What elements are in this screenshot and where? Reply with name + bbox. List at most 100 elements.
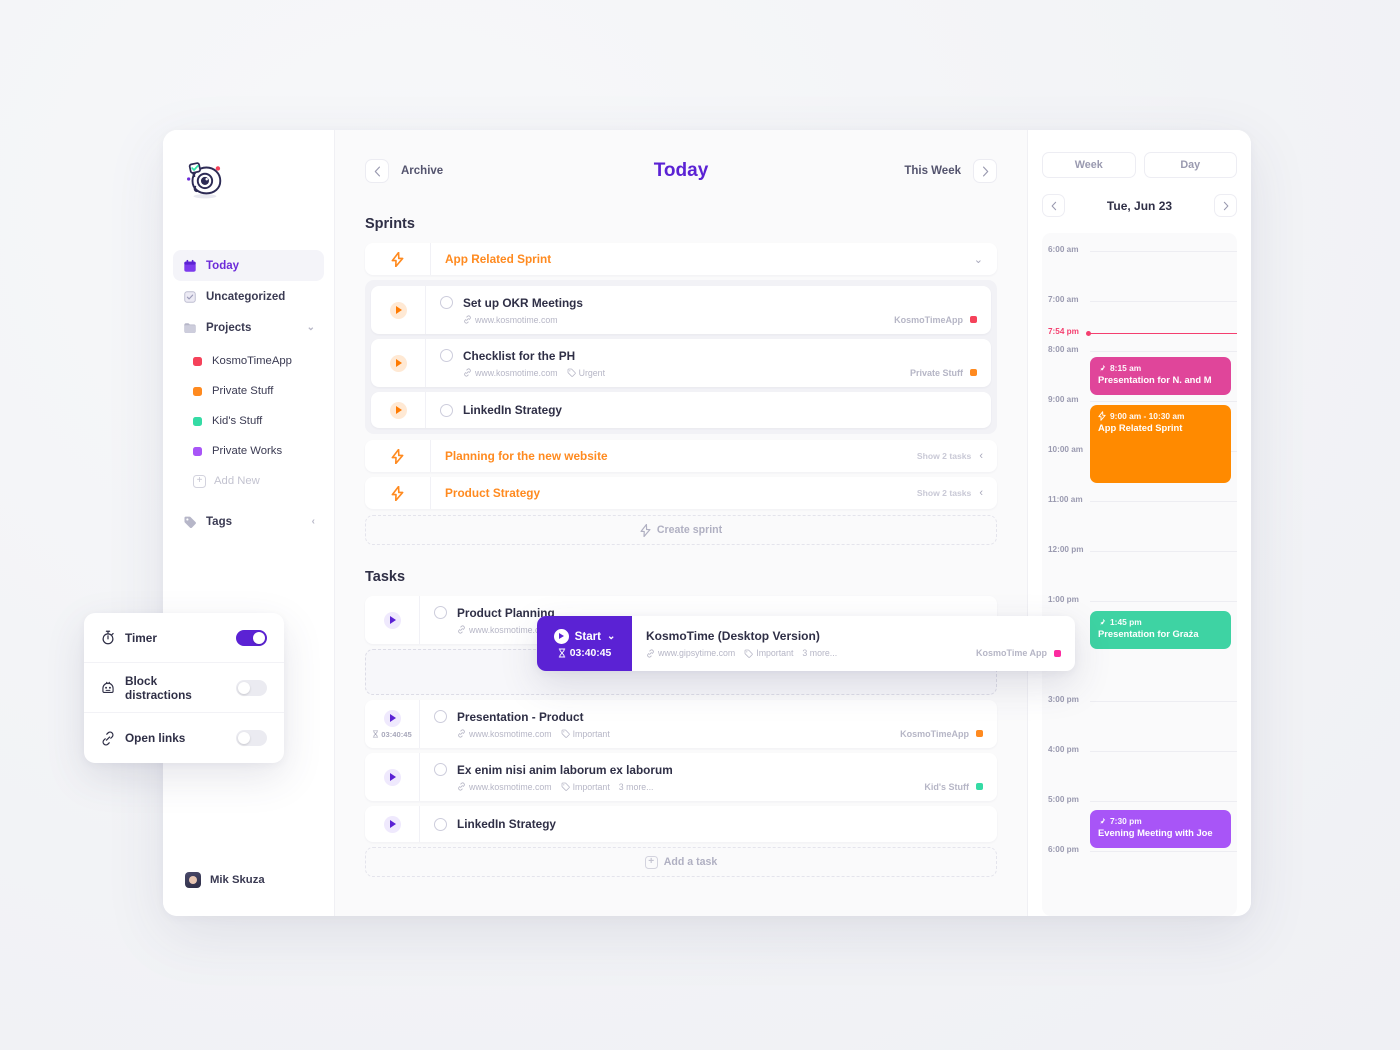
task-link-label: www.gipsytime.com — [658, 648, 736, 658]
table-row[interactable]: LinkedIn Strategy — [365, 806, 997, 842]
calendar-event[interactable]: 8:15 am Presentation for N. and M — [1090, 357, 1231, 395]
project-color-dot — [1054, 649, 1061, 657]
play-cell[interactable] — [365, 806, 420, 842]
play-icon[interactable] — [389, 401, 407, 419]
chevron-down-icon[interactable]: ⌄ — [974, 253, 983, 266]
sidebar-item-tags[interactable]: Tags ‹ — [173, 506, 324, 537]
calendar-prev-button[interactable] — [1042, 194, 1065, 217]
add-new-project-button[interactable]: + Add New — [173, 466, 324, 496]
archive-link[interactable]: Archive — [401, 165, 443, 177]
show-tasks-label: Show 2 tasks — [916, 488, 972, 498]
table-row[interactable]: Ex enim nisi anim laborum ex laborum www… — [365, 753, 997, 801]
task-link[interactable]: www.kosmotime.com — [463, 368, 558, 378]
task-checkbox[interactable] — [434, 710, 447, 723]
setting-row-open-links[interactable]: Open links — [84, 713, 284, 763]
sidebar-item-uncategorized[interactable]: Uncategorized — [173, 281, 324, 312]
event-title: Presentation for N. and M — [1098, 374, 1212, 385]
pin-icon — [1100, 618, 1106, 626]
create-sprint-button[interactable]: Create sprint — [365, 515, 997, 545]
play-cell[interactable] — [371, 286, 426, 334]
sprint-header-planning[interactable]: Planning for the new website Show 2 task… — [365, 440, 997, 472]
sidebar-project-private-works[interactable]: Private Works — [173, 436, 324, 466]
task-link[interactable]: www.kosmotime.com — [463, 315, 558, 325]
play-cell[interactable] — [365, 596, 420, 644]
sidebar-project-private-stuff[interactable]: Private Stuff — [173, 376, 324, 406]
hour-label: 10:00 am — [1048, 445, 1084, 454]
hour-line — [1090, 601, 1237, 602]
task-checkbox[interactable] — [440, 296, 453, 309]
chevron-left-icon — [374, 166, 380, 176]
hour-line — [1090, 551, 1237, 552]
app-window: Today Uncategorized Projects ⌄ KosmoTime… — [163, 130, 1251, 916]
sidebar-item-projects[interactable]: Projects ⌄ — [173, 312, 324, 343]
sidebar-item-today[interactable]: Today — [173, 250, 324, 281]
play-icon[interactable] — [383, 768, 401, 786]
sprint-header-product-strategy[interactable]: Product Strategy Show 2 tasks ‹ — [365, 477, 997, 509]
setting-row-block-distractions[interactable]: Block distractions — [84, 663, 284, 713]
hour-label: 6:00 am — [1048, 245, 1079, 254]
task-link[interactable]: www.kosmotime.com — [457, 729, 552, 739]
sidebar-project-kosmotimeapp[interactable]: KosmoTimeApp — [173, 346, 324, 376]
this-week-link[interactable]: This Week — [904, 165, 961, 177]
block-distractions-toggle[interactable] — [236, 679, 267, 696]
project-color-dot — [193, 416, 202, 426]
task-checkbox[interactable] — [440, 403, 453, 417]
start-timer-button[interactable]: Start ⌄ 03:40:45 — [537, 616, 632, 671]
table-row[interactable]: Set up OKR Meetings www.kosmotime.com Ko… — [371, 286, 991, 334]
task-link[interactable]: www.gipsytime.com — [646, 648, 735, 658]
calendar-event[interactable]: 1:45 pm Presentation for Graża — [1090, 611, 1231, 649]
task-checkbox[interactable] — [434, 606, 447, 619]
calendar-grid[interactable]: 6:00 am 7:00 am 8:00 am 9:00 am 10:00 am… — [1042, 233, 1237, 916]
user-profile[interactable]: Mik Skuza — [163, 872, 334, 916]
task-tag[interactable]: Important — [561, 782, 610, 792]
play-cell[interactable] — [365, 753, 420, 801]
task-link-label: www.kosmotime.com — [469, 728, 552, 739]
hour-line — [1090, 351, 1237, 352]
calendar-event[interactable]: 9:00 am - 10:30 am App Related Sprint — [1090, 405, 1231, 483]
play-cell[interactable] — [371, 392, 426, 428]
tag-icon — [182, 514, 197, 529]
table-row[interactable]: 03:40:45 Presentation - Product www.kosm… — [365, 700, 997, 748]
calendar-view-day[interactable]: Day — [1143, 152, 1237, 178]
task-tag[interactable]: Urgent — [567, 368, 605, 378]
start-row[interactable]: Start ⌄ — [553, 628, 615, 644]
task-checkbox[interactable] — [434, 817, 447, 831]
play-cell[interactable]: 03:40:45 — [365, 700, 420, 748]
add-task-button[interactable]: + Add a task — [365, 847, 997, 877]
calendar-next-button[interactable] — [1214, 194, 1237, 217]
task-checkbox[interactable] — [440, 349, 453, 362]
chevron-left-icon[interactable]: ‹ — [979, 450, 983, 462]
chevron-down-icon[interactable]: ⌄ — [607, 631, 615, 642]
table-row[interactable]: LinkedIn Strategy — [371, 392, 991, 428]
back-button[interactable] — [365, 159, 389, 183]
task-more-label[interactable]: 3 more... — [802, 648, 837, 658]
play-icon[interactable] — [383, 815, 401, 833]
logo-container[interactable] — [163, 148, 334, 222]
open-links-toggle[interactable] — [236, 730, 267, 746]
timer-toggle[interactable] — [236, 629, 267, 646]
chevron-down-icon[interactable]: ⌄ — [307, 322, 315, 333]
task-tag[interactable]: Important — [744, 648, 793, 658]
play-icon[interactable] — [383, 611, 401, 629]
play-cell[interactable] — [371, 339, 426, 387]
forward-button[interactable] — [973, 159, 997, 183]
setting-row-timer[interactable]: Timer — [84, 613, 284, 663]
task-checkbox[interactable] — [434, 763, 447, 776]
sidebar-project-kids-stuff[interactable]: Kid's Stuff — [173, 406, 324, 436]
project-label: Kid's Stuff — [212, 415, 263, 427]
chevron-left-icon[interactable]: ‹ — [979, 487, 983, 499]
calendar-view-week[interactable]: Week — [1042, 152, 1136, 178]
tag-icon — [744, 649, 753, 658]
chevron-left-icon[interactable]: ‹ — [312, 516, 315, 527]
task-link[interactable]: www.kosmotime.com — [457, 782, 552, 792]
sprint-header[interactable]: App Related Sprint ⌄ — [365, 243, 997, 275]
play-icon[interactable] — [389, 354, 407, 372]
calendar-event[interactable]: 7:30 pm Evening Meeting with Joe — [1090, 810, 1231, 848]
play-icon[interactable] — [389, 301, 407, 319]
table-row[interactable]: Checklist for the PH www.kosmotime.com U… — [371, 339, 991, 387]
project-list: KosmoTimeApp Private Stuff Kid's Stuff P… — [173, 346, 324, 496]
play-icon[interactable] — [383, 709, 401, 727]
task-tag[interactable]: Important — [561, 729, 610, 739]
task-more-label[interactable]: 3 more... — [619, 782, 654, 792]
link-icon — [464, 315, 471, 324]
